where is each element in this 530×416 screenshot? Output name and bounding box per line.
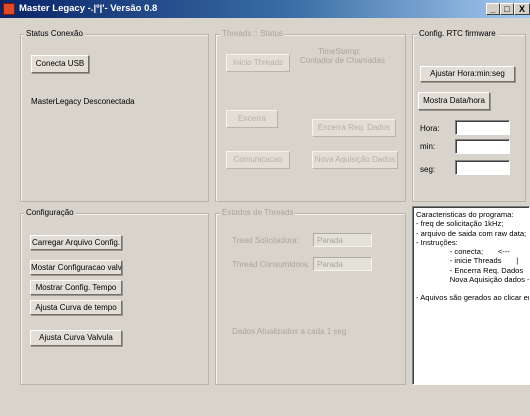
requesting-thread-value: Parada <box>313 233 372 247</box>
maximize-button[interactable]: □ <box>500 3 514 15</box>
sec-label: seg: <box>420 165 436 174</box>
rtc-config-group <box>412 34 526 202</box>
minimize-button[interactable]: _ <box>486 3 500 15</box>
info-line: Nova Aquisição dados --- <box>416 275 530 285</box>
start-threads-button[interactable]: Inicio Threads <box>226 54 290 72</box>
show-valve-config-button[interactable]: Mostar Configuracao valv <box>30 260 122 275</box>
consumer-thread-label: Thread Consumidora: <box>232 260 310 269</box>
communication-button[interactable]: Comunicacao <box>226 151 290 169</box>
info-line <box>416 284 529 293</box>
info-line: - inicie Threads | <box>416 256 519 266</box>
call-counter-label: Contador de Chamadas <box>300 56 385 65</box>
new-acquisition-button[interactable]: Nova Aquisição Dados <box>312 151 398 169</box>
adjust-valve-curve-button[interactable]: Ajusta Curva Valvula <box>30 330 122 346</box>
connection-status-text: MasterLegacy Desconectada <box>31 97 135 106</box>
info-line: - arquivo de saida com raw data; <box>416 228 527 238</box>
program-info-memo[interactable]: Caracteristicas do programa: - freq de s… <box>412 206 530 385</box>
adjust-time-curve-button[interactable]: Ajusta Curva de tempo <box>30 300 122 315</box>
load-config-file-button[interactable]: Carregar Arquivo Config. <box>30 235 122 250</box>
sec-input[interactable] <box>455 160 510 175</box>
info-line: - conecta; <--- <box>416 247 510 257</box>
app-icon <box>3 3 15 15</box>
show-datetime-button[interactable]: Mostra Data/hora <box>418 92 490 110</box>
title-bar[interactable]: Master Legacy -.|º|'- Versão 0.8 _ □ X <box>0 0 530 18</box>
program-info-text: Caracteristicas do programa: - freq de s… <box>416 210 530 303</box>
consumer-thread-value: Parada <box>313 257 372 271</box>
info-line: - freq de solicitação 1kHz; <box>416 219 504 229</box>
configuration-legend: Configuração <box>24 208 76 218</box>
hour-label: Hora: <box>420 124 440 133</box>
hour-input[interactable] <box>455 120 510 135</box>
min-input[interactable] <box>455 139 510 154</box>
close-button[interactable]: X <box>514 3 530 15</box>
update-interval-text: Dados Atualizados a cada 1 seg <box>232 327 347 336</box>
stop-button[interactable]: Encerra <box>226 110 278 128</box>
thread-states-legend: Estados de Threads <box>220 208 296 218</box>
end-data-request-button[interactable]: Encerra Req. Dados <box>312 119 396 137</box>
min-label: min: <box>420 142 436 151</box>
connect-usb-button[interactable]: Conecta USB <box>31 55 89 73</box>
info-line: - Aquivos são gerados ao clicar em <box>416 293 530 303</box>
status-connection-legend: Status Conexão <box>24 29 85 39</box>
info-line: - Encerra Req. Dados | <box>416 265 530 275</box>
show-time-config-button[interactable]: Mostrar Config. Tempo <box>30 280 122 295</box>
info-line: - Instruções: <box>416 237 458 247</box>
requesting-thread-label: Tread Solicitadora: <box>232 236 299 245</box>
threads-status-legend: Threads :: Status <box>220 29 285 39</box>
info-line: Caracteristicas do programa: <box>416 210 514 219</box>
window-title: Master Legacy -.|º|'- Versão 0.8 <box>19 3 158 14</box>
set-time-button[interactable]: Ajustar Hora:min:seg <box>420 66 515 82</box>
rtc-config-legend: Config. RTC firmware <box>417 29 498 39</box>
